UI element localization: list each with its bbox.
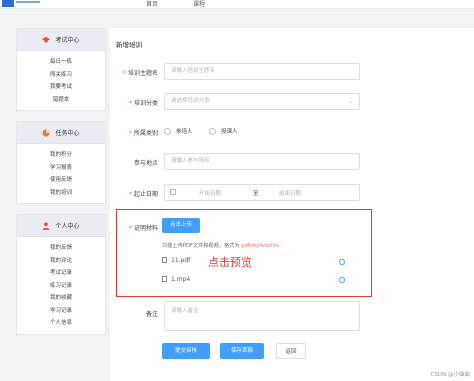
person-icon	[43, 222, 50, 230]
sidebar-item-feedback[interactable]: 使用反馈	[17, 174, 105, 187]
check-circle-icon	[339, 259, 345, 265]
sidebar-item-my-feedback[interactable]: 我的反馈	[17, 242, 105, 255]
sidebar-group-header[interactable]: 考试中心	[17, 29, 105, 51]
sidebar-group-header[interactable]: 个人中心	[17, 215, 105, 237]
upload-tip: 只能上传PDF文件和视频，格式为 pdf/mp4/avi/ts	[162, 243, 279, 249]
upload-button[interactable]: 点击上传	[162, 218, 200, 233]
sidebar-item-level-practice[interactable]: 闯关练习	[17, 69, 105, 82]
sidebar-item-personal-info[interactable]: 个人信息	[17, 317, 105, 330]
page-title: 新增培训	[116, 41, 142, 49]
submit-review-button[interactable]: 提交审核	[162, 343, 210, 359]
theme-input[interactable]: 请输入培训主题名	[164, 63, 360, 80]
category-select[interactable]: 请选择培训分类 ⌄	[164, 93, 360, 110]
document-icon	[162, 257, 167, 263]
category-label: * 培训分类	[128, 100, 158, 107]
radio-lecturer[interactable]: 授课人	[209, 127, 238, 135]
remark-label: 备注	[145, 311, 158, 318]
remark-textarea[interactable]: 请输入备注	[164, 301, 360, 331]
sidebar-item-exam-records[interactable]: 考试记录	[17, 267, 105, 280]
start-date[interactable]: 开始日期	[199, 189, 221, 197]
sidebar-item-study-records[interactable]: 学习记录	[17, 305, 105, 318]
calendar-icon	[170, 189, 176, 195]
sidebar-group-personal: 个人中心 我的反馈 我的评论 考试记录 练习记录 我的收藏 学习记录 个人信息	[16, 214, 106, 335]
pie-chart-icon	[42, 128, 51, 137]
save-draft-button[interactable]: 保存草稿	[220, 343, 264, 359]
sidebar-item-study-report[interactable]: 学习报表	[17, 162, 105, 175]
date-separator: 至	[253, 191, 259, 197]
sidebar-group-exam: 考试中心 每日一练 闯关练习 我要考试 错题本	[16, 28, 106, 111]
sidebar-group-title: 任务中心	[55, 130, 80, 137]
back-button[interactable]: 返回	[276, 343, 306, 359]
sidebar-group-title: 考试中心	[55, 37, 80, 44]
main-content: 新增培训 * 培训主题名 请输入培训主题名 * 培训分类 请选择培训分类 ⌄ * 所属…	[110, 28, 474, 381]
sidebar-item-my-favorites[interactable]: 我的收藏	[17, 292, 105, 305]
logo-text	[16, 1, 40, 3]
sidebar-item-my-points[interactable]: 我的积分	[17, 149, 105, 162]
graduation-cap-icon	[42, 36, 51, 42]
radio-circle	[209, 127, 216, 135]
document-icon	[162, 276, 167, 282]
sidebar-group-title: 个人中心	[55, 223, 80, 230]
location-input[interactable]: 请输入参与地点	[164, 153, 360, 170]
file-item[interactable]: 1.mp4	[162, 276, 190, 283]
watermark: CSDN @小曲曲	[430, 372, 470, 378]
theme-label: * 培训主题名	[122, 70, 158, 77]
role-label: * 所属类别	[128, 130, 158, 137]
sidebar-item-take-exam[interactable]: 我要考试	[17, 81, 105, 94]
check-circle-icon	[339, 277, 345, 283]
sidebar-item-my-comments[interactable]: 我的评论	[17, 255, 105, 268]
sidebar-item-wrong-questions[interactable]: 错题本	[17, 94, 105, 107]
annotation-text: 点击预览	[208, 256, 252, 269]
proof-label: * 证明材料	[128, 225, 158, 232]
sidebar-item-my-training[interactable]: 我的培训	[17, 187, 105, 200]
location-label: 参与地点	[133, 160, 158, 167]
sidebar: 考试中心 每日一练 闯关练习 我要考试 错题本 任务中心 我的积分 学习报表 使…	[16, 28, 106, 345]
sidebar-item-practice-records[interactable]: 练习记录	[17, 280, 105, 293]
date-range-label: * 起止日期	[128, 191, 158, 198]
end-date[interactable]: 结束日期	[279, 189, 301, 197]
radio-trainee[interactable]: 参培人	[164, 127, 193, 135]
file-item[interactable]: 11.pdf	[162, 257, 190, 264]
sidebar-group-header[interactable]: 任务中心	[17, 122, 105, 144]
logo[interactable]	[2, 0, 14, 7]
chevron-down-icon: ⌄	[347, 98, 353, 105]
date-range-picker[interactable]: 开始日期 至 结束日期	[164, 184, 360, 201]
nav-home[interactable]: 首页	[146, 0, 158, 8]
nav-course[interactable]: 课程	[193, 0, 205, 8]
sidebar-item-daily-practice[interactable]: 每日一练	[17, 56, 105, 69]
sidebar-group-task: 任务中心 我的积分 学习报表 使用反馈 我的培训	[16, 121, 106, 204]
top-bar: 首页 课程	[0, 0, 474, 9]
radio-circle	[164, 127, 171, 135]
